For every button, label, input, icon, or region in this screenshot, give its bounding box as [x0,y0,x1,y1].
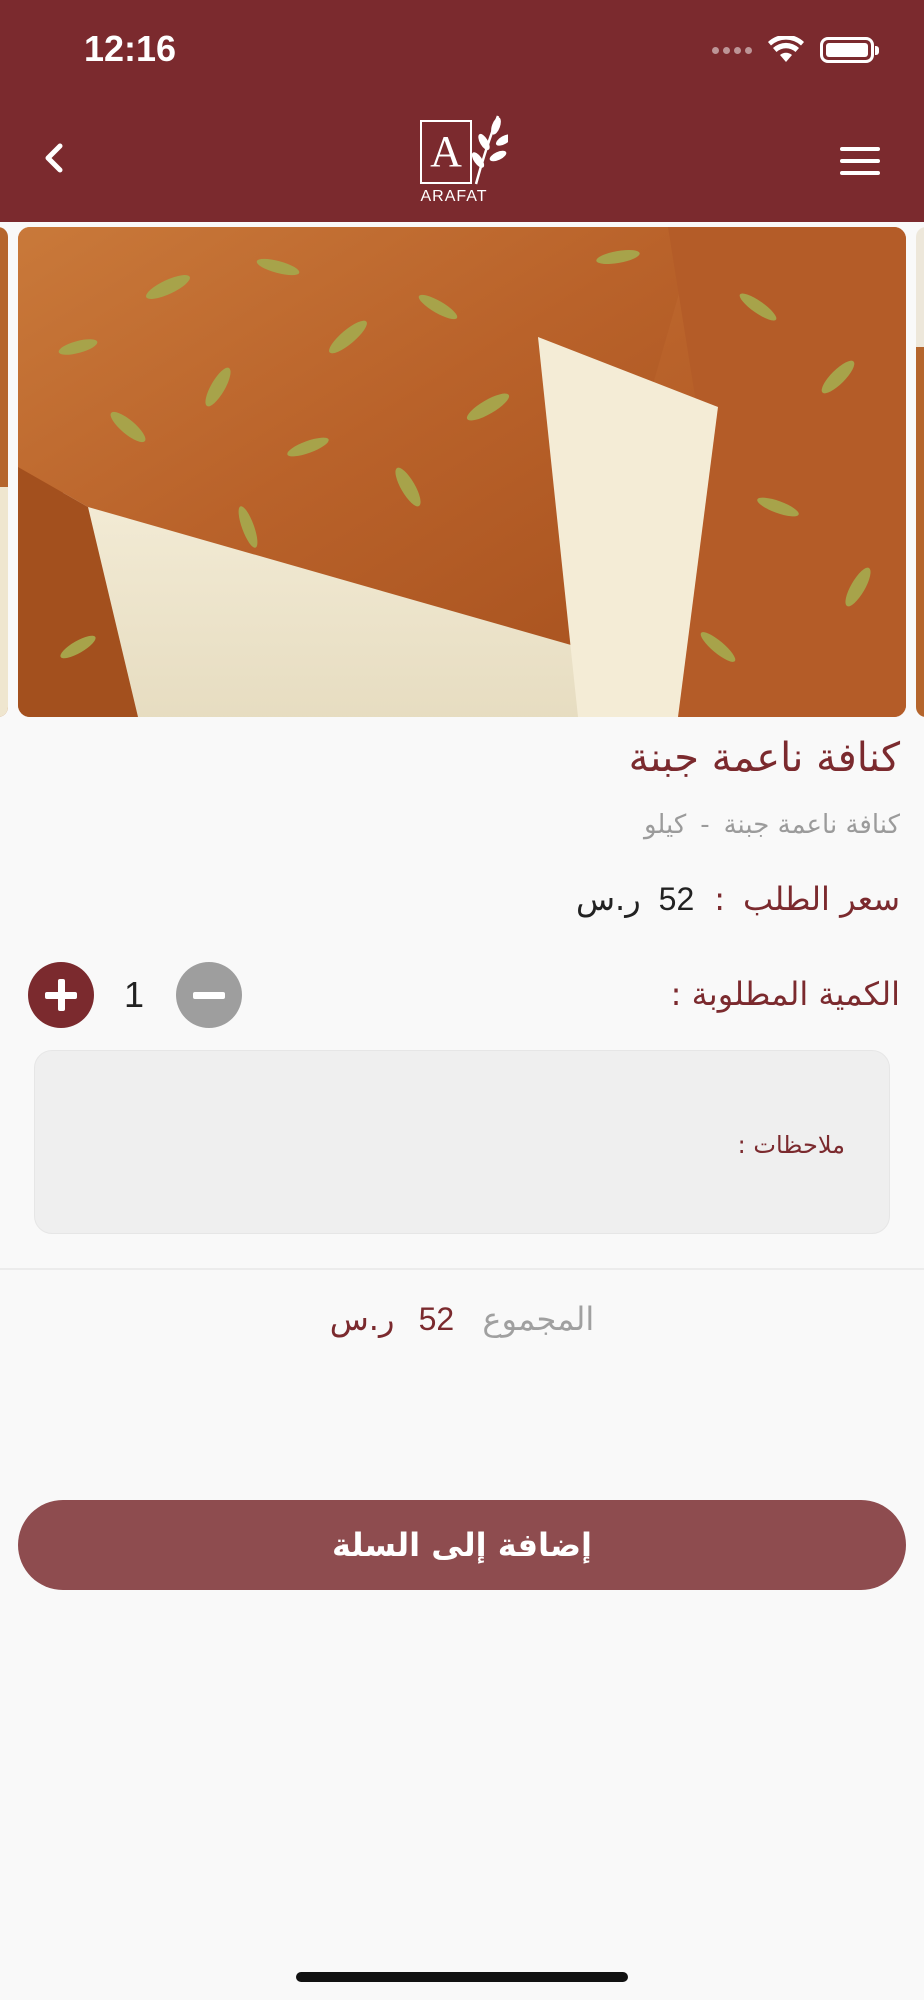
home-indicator [296,1972,628,1982]
brand-logo: A ARAFAT [418,112,508,208]
menu-button[interactable] [838,146,882,176]
total-row: المجموع 52 ر.س [0,1300,924,1338]
product-subtitle: كنافة ناعمة جبنة - كيلو [644,810,900,840]
quantity-label: الكمية المطلوبة : [670,975,900,1013]
quantity-decrease-button[interactable] [176,962,242,1028]
divider [0,1268,924,1270]
notes-field[interactable]: ملاحظات : [34,1050,890,1234]
total-currency: ر.س [329,1300,395,1338]
wifi-icon [768,36,804,62]
price-label: سعر الطلب [743,880,900,918]
chevron-left-icon [45,143,63,173]
battery-icon [820,37,879,63]
product-image-carousel[interactable] [0,222,924,720]
price-row: سعر الطلب : 52 ر.س [576,880,900,918]
olive-branch-icon [471,115,508,185]
status-time: 12:16 [84,28,177,69]
product-title: كنافة ناعمة جبنة [628,735,900,781]
price-currency: ر.س [575,880,641,918]
notes-label: ملاحظات : [737,1131,845,1159]
app-header: 12:16 A ARAFAT [0,0,924,222]
total-label: المجموع [482,1300,595,1338]
logo-letter: A [420,120,472,184]
carousel-prev-slide[interactable] [0,227,8,717]
price-value: 52 [658,880,695,917]
product-image [18,227,906,717]
product-unit: كيلو [643,810,687,840]
product-subtitle-separator: - [700,810,710,840]
product-subtitle-name: كنافة ناعمة جبنة [723,810,900,840]
carousel-next-slide[interactable] [916,227,924,717]
back-button[interactable] [36,138,72,178]
logo-text: ARAFAT [420,188,488,205]
quantity-increase-button[interactable] [28,962,94,1028]
hamburger-menu-icon [840,147,880,175]
add-to-cart-button[interactable]: إضافة إلى السلة [18,1500,906,1590]
signal-icon [712,46,752,54]
status-icons [712,36,879,64]
total-value: 52 [418,1301,455,1337]
price-colon: : [714,880,726,918]
quantity-value: 1 [124,974,145,1015]
